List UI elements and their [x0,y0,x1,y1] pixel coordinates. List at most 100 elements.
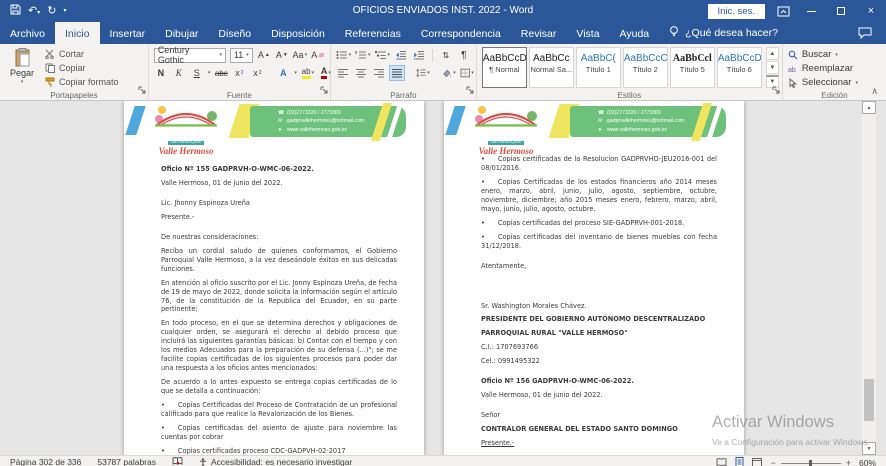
style-card[interactable]: AaBbCc Normal Sa... [529,47,574,88]
undo-dropdown-icon[interactable]: ▾ [37,10,40,16]
paragraph[interactable]: Sr. Washington Morales Chávez. [481,302,717,311]
proofing-errors-icon[interactable] [172,457,183,466]
paragraph[interactable]: Oficio Nº 155 GADPRVH-O-WMC-06-2022. [161,165,397,174]
grow-font-button[interactable]: A▲ [257,48,271,62]
increase-indent-icon[interactable] [412,48,426,62]
paragraph[interactable]: Copias certificadas del inventario de bi… [481,233,717,251]
select-button[interactable]: Seleccionar▾ [788,76,881,89]
paragraph[interactable]: Copias Certificadas del Proceso de Contr… [161,401,397,419]
replace-button[interactable]: ab Reemplazar [788,62,881,75]
vertical-scrollbar[interactable]: ▲ ▼ [862,101,876,455]
ribbon-tab[interactable]: Disposición [261,22,335,44]
ribbon-tab[interactable]: Archivo [0,22,55,44]
redo-icon[interactable]: ↻ [47,6,56,17]
paragraph[interactable]: Copias certificadas del proceso SIE-GADP… [481,219,717,228]
paragraph[interactable]: En todo proceso, en el que se determina … [161,319,397,373]
paragraph[interactable]: Atentamente, [481,262,717,271]
comments-icon[interactable] [858,22,886,44]
undo-icon[interactable]: ↶▾ [28,6,40,17]
paragraph[interactable] [481,276,717,302]
text-effects-button[interactable]: A [276,66,290,80]
subscript-button[interactable]: x2 [232,66,246,80]
copy-button[interactable]: Copiar [45,62,119,74]
align-right-icon[interactable] [372,66,386,80]
zoom-slider[interactable] [781,463,841,464]
align-left-icon[interactable] [336,66,350,80]
paste-button[interactable]: Pegar ▾ [5,47,39,88]
style-card[interactable]: AaBbCcl Título 5 [670,47,715,88]
page-indicator[interactable]: Página 302 de 336 [10,457,81,466]
minimize-button[interactable] [796,0,826,22]
sort-icon[interactable]: ⇅ [439,48,453,62]
clipboard-dialog-launcher-icon[interactable] [138,81,146,99]
paragraph[interactable]: De nuestras consideraciones: [161,233,397,242]
scroll-up-icon[interactable]: ▲ [862,101,876,114]
superscript-button[interactable]: x2 [250,66,264,80]
change-case-button[interactable]: Aa▾ [293,48,307,62]
web-layout-icon[interactable] [752,458,762,466]
paragraph-dialog-launcher-icon[interactable] [466,81,474,99]
paragraph[interactable]: Lic. Jhonny Espinoza Ureña [161,199,397,208]
paragraph[interactable]: Copias certificadas del asiento de ajust… [161,424,397,442]
ribbon-tab[interactable]: Inicio [55,22,100,44]
italic-button[interactable]: K [172,66,186,80]
styles-dialog-launcher-icon[interactable] [772,81,780,99]
line-spacing-icon[interactable]: ▾ [416,66,430,80]
bullets-icon[interactable]: ▾ [336,48,351,62]
paragraph[interactable]: Presente.- [481,439,717,448]
font-size-combo[interactable]: 11▾ [230,48,253,63]
ribbon-tab[interactable]: Referencias [335,22,411,44]
save-icon[interactable] [10,4,21,18]
paragraph[interactable]: Oficio Nº 156 GADPRVH-O-WMC-06-2022. [481,377,717,386]
collapse-ribbon-icon[interactable]: ∧ [871,86,878,97]
paragraph[interactable]: C.I.: 1707693766 [481,343,717,352]
paragraph[interactable]: CONTRALOR GENERAL DEL ESTADO SANTO DOMIN… [481,425,717,434]
strikethrough-button[interactable]: abc [214,66,228,80]
format-painter-button[interactable]: Copiar formato [45,76,119,88]
paragraph[interactable]: Presente.- [161,213,397,222]
clear-formatting-button[interactable]: A [311,48,325,62]
paragraph[interactable]: De acuerdo a lo antes expuesto se entreg… [161,378,397,396]
styles-scroll-up-icon[interactable]: ▲ [766,47,779,60]
find-button[interactable]: Buscar▾ [788,48,881,61]
paragraph[interactable]: Copias Certificadas de los estados finan… [481,178,717,214]
scroll-down-icon[interactable]: ▼ [862,442,876,455]
read-mode-icon[interactable] [716,458,727,466]
ribbon-tab[interactable]: Ayuda [610,22,660,44]
customize-qat-icon[interactable]: ▾ [63,8,66,14]
paragraph[interactable]: Copias certificadas de la Resolucion GAD… [481,155,717,173]
zoom-level[interactable]: 60% [859,458,876,466]
close-button[interactable]: × [856,0,886,22]
ribbon-tab[interactable]: Diseño [208,22,261,44]
zoom-slider-thumb[interactable] [809,460,812,466]
paragraph[interactable]: Cel.: 0991495322 [481,357,717,366]
zoom-out-icon[interactable]: − [770,458,775,466]
bold-button[interactable]: N [154,66,168,80]
text-highlight-button[interactable]: ab▾ [301,66,315,80]
restore-button[interactable] [826,0,856,22]
paragraph[interactable]: Valle Hermoso, 01 de junio del 2022. [481,391,717,400]
paragraph[interactable]: Valle Hermoso, 01 de junio del 2022. [161,179,397,188]
multilevel-list-icon[interactable]: ▾ [375,48,390,62]
ribbon-tab[interactable]: Insertar [100,22,156,44]
document-page-right[interactable]: GAD PARROQUIAL Valle Hermoso ☎(02)277322… [444,101,744,455]
decrease-indent-icon[interactable] [394,48,408,62]
print-layout-icon[interactable] [735,457,744,466]
font-family-combo[interactable]: Century Gothic▾ [154,48,226,63]
style-card[interactable]: AaBbCcC Título 2 [623,47,668,88]
font-dialog-launcher-icon[interactable] [320,81,328,99]
justify-icon[interactable] [390,66,404,80]
tell-me-search[interactable]: ¿Qué desea hacer? [659,22,788,44]
styles-scroll-down-icon[interactable]: ▼ [766,61,779,74]
style-card[interactable]: AaBbCcD ¶ Normal [482,47,527,88]
numbering-icon[interactable]: ▾ [355,48,370,62]
ribbon-tab[interactable]: Revisar [511,22,567,44]
ribbon-tab[interactable]: Dibujar [155,22,208,44]
ribbon-tab[interactable]: Correspondencia [411,22,511,44]
align-center-icon[interactable] [354,66,368,80]
paragraph[interactable]: Reciba un cordial saludo de quienes conf… [161,247,397,274]
style-card[interactable]: AaBbC( Título 1 [576,47,621,88]
show-marks-icon[interactable]: ¶ [457,48,471,62]
accessibility-status[interactable]: Accesibilidad: es necesario investigar [199,457,352,466]
zoom-in-icon[interactable]: + [846,458,851,466]
